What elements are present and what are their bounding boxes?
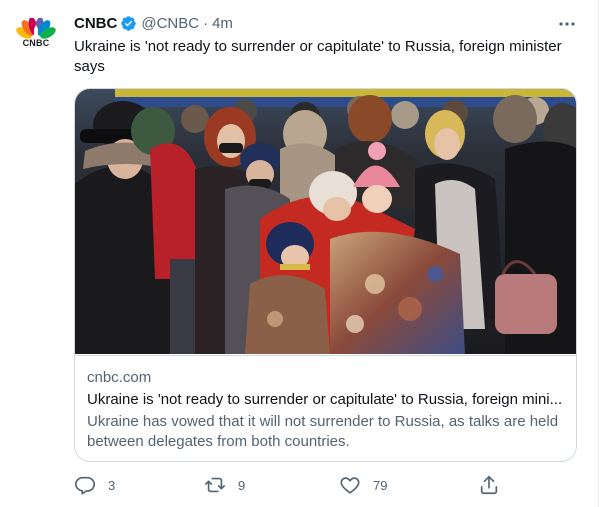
card-description: Ukraine has vowed that it will not surre… — [87, 413, 559, 450]
tweet-timestamp[interactable]: 4m — [212, 15, 233, 32]
verified-badge-icon — [120, 15, 137, 32]
retweet-button[interactable]: 9 — [204, 472, 245, 498]
reply-count: 3 — [108, 477, 116, 493]
retweet-count: 9 — [238, 477, 246, 493]
reply-button[interactable]: 3 — [74, 472, 115, 498]
tweet-header: CNBC @CNBC · 4m — [74, 13, 233, 33]
card-image — [75, 89, 576, 354]
author-handle[interactable]: @CNBC — [141, 15, 199, 32]
separator-dot: · — [203, 14, 209, 32]
tweet[interactable]: CNBC CNBC @CNBC · 4m Ukraine is 'not rea… — [0, 0, 599, 507]
link-card[interactable]: cnbc.com Ukraine is 'not ready to surren… — [74, 88, 577, 462]
tweet-text: Ukraine is 'not ready to surrender or ca… — [74, 38, 562, 75]
share-button[interactable] — [478, 472, 500, 498]
author-name[interactable]: CNBC — [74, 15, 117, 32]
like-button[interactable]: 79 — [339, 472, 387, 498]
like-count: 79 — [373, 477, 388, 493]
action-bar: 3 9 79 — [64, 472, 504, 498]
card-title: Ukraine is 'not ready to surrender or ca… — [87, 391, 563, 408]
retweet-icon — [204, 474, 226, 496]
avatar[interactable] — [16, 18, 56, 54]
avatar-wordmark: CNBC — [22, 38, 50, 48]
reply-icon — [74, 474, 96, 496]
share-icon — [478, 474, 500, 496]
card-domain: cnbc.com — [87, 369, 152, 386]
more-options-icon[interactable] — [557, 14, 577, 34]
card-body[interactable]: cnbc.com Ukraine is 'not ready to surren… — [75, 355, 576, 461]
heart-icon — [339, 474, 361, 496]
